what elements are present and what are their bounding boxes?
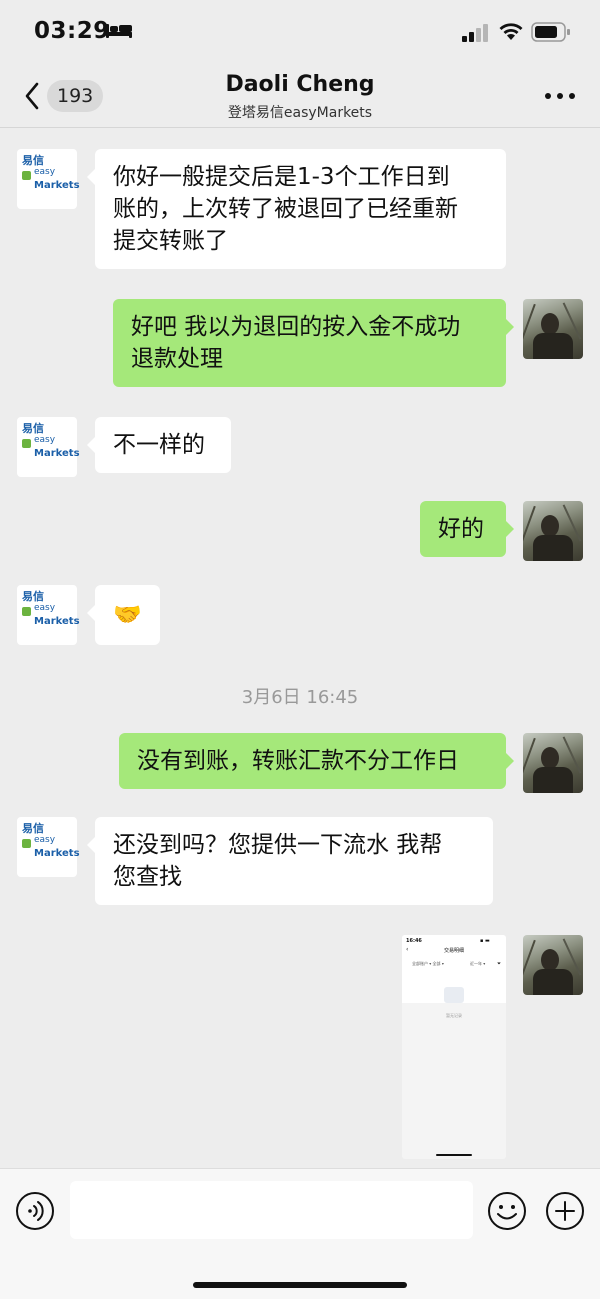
screenshot-empty-text: 暂无记录	[446, 1013, 462, 1018]
message-line: 没有到账，转账汇款不分工作日	[137, 748, 459, 774]
message-line: 好吧 我以为退回的按入金不成功	[131, 314, 461, 340]
screenshot-filter-right: 近一年 ▾	[470, 961, 486, 966]
voice-icon[interactable]	[15, 1191, 55, 1231]
input-bar	[0, 1168, 600, 1299]
logo-markets-text: Markets	[34, 448, 80, 459]
screenshot-home-indicator	[436, 1154, 472, 1156]
chat-header: 193 Daoli Cheng 登塔易信easyMarkets	[0, 62, 600, 128]
logo-mark	[22, 607, 31, 616]
logo-easy-text: easy	[34, 435, 56, 445]
message-line: 退款处理	[131, 346, 223, 372]
user-avatar[interactable]	[523, 935, 583, 995]
incoming-message-bubble[interactable]: 不一样的	[87, 417, 231, 473]
logo-mark	[22, 439, 31, 448]
message-input[interactable]	[70, 1181, 473, 1239]
chat-timestamp: 3月6日 16:45	[241, 687, 359, 708]
home-indicator	[193, 1282, 407, 1288]
logo-cn-text: 易信	[22, 154, 44, 167]
message-line: 好的	[438, 516, 484, 542]
user-avatar[interactable]	[523, 733, 583, 793]
user-avatar[interactable]	[523, 299, 583, 359]
plus-circle-icon[interactable]	[545, 1191, 585, 1231]
logo-easy-text: easy	[34, 835, 56, 845]
logo-easy-text: easy	[34, 603, 56, 613]
chat-subtitle: 登塔易信easyMarkets	[227, 105, 373, 121]
logo-cn-text: 易信	[22, 590, 44, 603]
contact-avatar[interactable]: 易信 easy Markets	[17, 585, 80, 645]
screenshot-title: 交易明细	[443, 948, 464, 954]
screenshot-filter-left: 全部账户 ▾ 全部 ▾	[412, 961, 444, 966]
more-dots-icon[interactable]	[540, 84, 580, 108]
logo-markets-text: Markets	[34, 180, 80, 191]
screenshot-image-message[interactable]: 16:46 ▪ ▬ ‹ 交易明细 全部账户 ▾ 全部 ▾ 近一年 ▾ ⏷ 暂无记…	[402, 935, 506, 1159]
contact-avatar[interactable]: 易信 easy Markets	[17, 149, 80, 209]
message-line: 账的，上次转了被退回了已经重新	[113, 196, 458, 222]
message-line: 不一样的	[113, 432, 205, 458]
message-line: 你好一般提交后是1-3个工作日到	[113, 164, 450, 190]
logo-mark	[22, 171, 31, 180]
outgoing-message-bubble[interactable]: 没有到账，转账汇款不分工作日	[119, 733, 514, 789]
filter-icon: ⏷	[497, 961, 502, 967]
status-time: 03:29	[34, 18, 110, 44]
wifi-icon	[499, 23, 523, 40]
battery-icon	[531, 22, 570, 42]
logo-cn-text: 易信	[22, 822, 44, 835]
message-line: 提交转账了	[113, 228, 228, 254]
bed-icon	[106, 24, 132, 38]
message-line: 还没到吗？您提供一下流水 我帮	[113, 832, 443, 858]
logo-mark	[22, 839, 31, 848]
outgoing-message-bubble[interactable]: 好的	[420, 501, 514, 557]
logo-markets-text: Markets	[34, 848, 80, 859]
contact-avatar[interactable]: 易信 easy Markets	[17, 817, 80, 877]
message-line: 您查找	[113, 864, 182, 890]
screenshot-status-icons: ▪ ▬	[480, 938, 490, 944]
user-avatar[interactable]	[523, 501, 583, 561]
screenshot-time: 16:46	[406, 938, 422, 944]
chat-title: Daoli Cheng	[225, 72, 375, 97]
incoming-message-bubble[interactable]: 🤝	[87, 585, 160, 645]
outgoing-message-bubble[interactable]: 好吧 我以为退回的按入金不成功 退款处理	[113, 299, 514, 387]
logo-markets-text: Markets	[34, 616, 80, 627]
logo-cn-text: 易信	[22, 422, 44, 435]
incoming-message-bubble[interactable]: 你好一般提交后是1-3个工作日到 账的，上次转了被退回了已经重新 提交转账了	[87, 149, 506, 269]
status-bar: 03:29	[0, 0, 600, 62]
handshake-emoji: 🤝	[113, 602, 142, 628]
contact-avatar[interactable]: 易信 easy Markets	[17, 417, 80, 477]
emoji-smile-icon[interactable]	[487, 1191, 527, 1231]
empty-state-icon	[444, 987, 464, 1003]
cellular-signal-icon	[462, 24, 488, 42]
incoming-message-bubble[interactable]: 还没到吗？您提供一下流水 我帮 您查找	[87, 817, 493, 905]
logo-easy-text: easy	[34, 167, 56, 177]
